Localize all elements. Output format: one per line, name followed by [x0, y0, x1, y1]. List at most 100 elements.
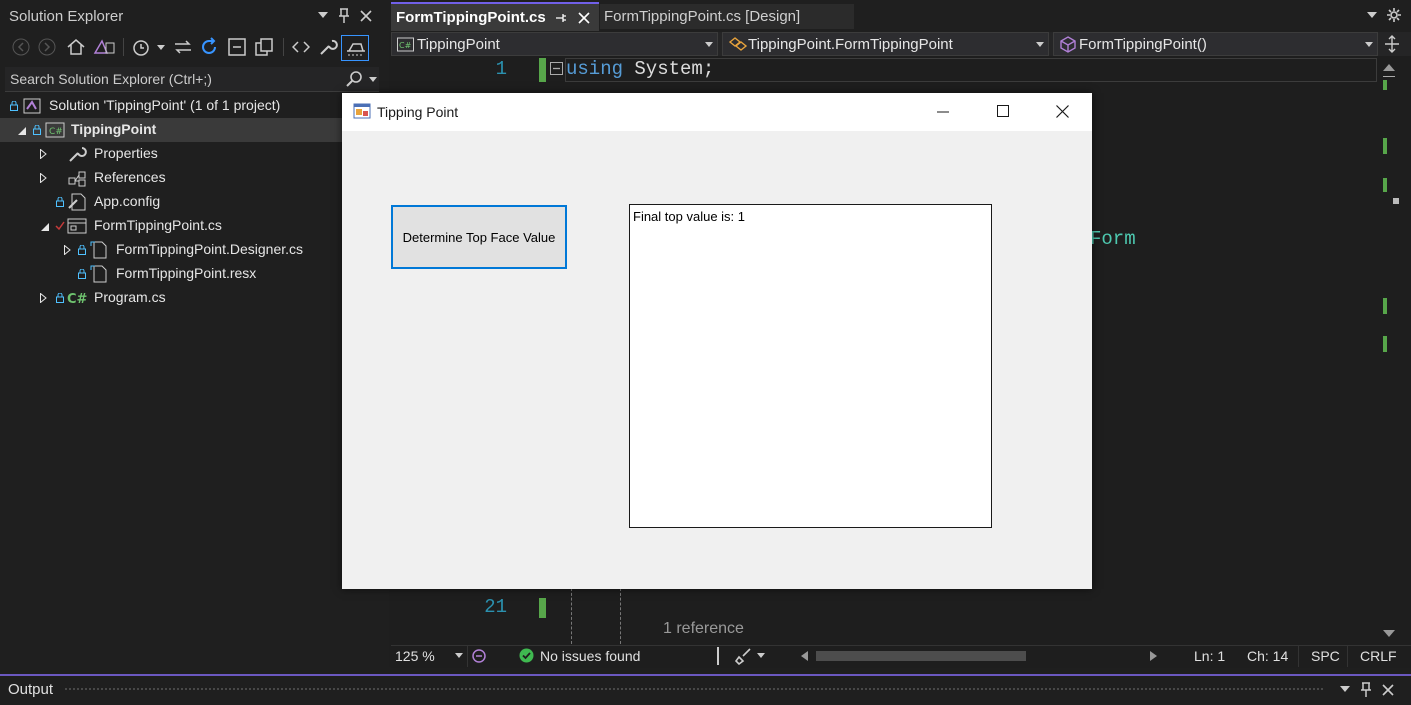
code-cleanup-brush-icon[interactable] — [735, 647, 753, 665]
minimize-icon[interactable] — [937, 111, 949, 113]
references-icon — [68, 171, 86, 187]
tab-label: FormTippingPoint.cs [Design] — [604, 8, 801, 25]
horizontal-scroll-thumb[interactable] — [816, 651, 1026, 661]
project-dropdown[interactable]: C# TippingPoint — [391, 32, 718, 56]
codelens-references[interactable]: 1 reference — [663, 620, 744, 638]
lock-icon — [78, 269, 86, 279]
dropdown-arrow-icon[interactable] — [455, 653, 463, 659]
window-titlebar[interactable]: Tipping Point — [342, 93, 1092, 131]
lock-icon — [56, 197, 64, 207]
file-icon — [90, 265, 107, 283]
issues-status[interactable]: No issues found — [540, 648, 640, 664]
navigation-bar: C# TippingPoint TippingPoint.FormTipping… — [391, 32, 1411, 56]
refresh-icon[interactable] — [199, 37, 219, 57]
pending-changes-filter-icon[interactable] — [131, 37, 151, 57]
scroll-thumb[interactable] — [1393, 198, 1399, 204]
solution-icon — [23, 98, 41, 114]
tree-item-solution[interactable]: Solution 'TippingPoint' (1 of 1 project) — [0, 94, 382, 118]
tree-item-program-cs[interactable]: C# Program.cs — [0, 286, 382, 310]
collapse-all-icon[interactable] — [227, 37, 247, 57]
scroll-right-icon[interactable] — [1150, 651, 1157, 661]
vertical-scrollbar[interactable] — [1379, 58, 1401, 643]
collapse-region-icon[interactable] — [550, 62, 564, 76]
tree-item-resx[interactable]: FormTippingPoint.resx — [0, 262, 382, 286]
method-cube-icon — [1060, 36, 1076, 53]
output-panel-header[interactable]: Output — [0, 674, 1411, 705]
sync-with-active-document-icon[interactable] — [174, 39, 192, 55]
dropdown-arrow-icon[interactable] — [705, 42, 713, 48]
csharp-project-icon: C# — [397, 37, 414, 52]
close-icon[interactable] — [360, 10, 372, 22]
close-icon[interactable] — [1382, 684, 1394, 696]
expanded-triangle-icon[interactable] — [18, 127, 26, 135]
horizontal-scrollbar[interactable] — [801, 649, 1157, 663]
svg-text:C#: C# — [49, 127, 63, 137]
line-number: 21 — [484, 596, 507, 618]
determine-top-face-button[interactable]: Determine Top Face Value — [391, 205, 567, 269]
tab-form-tipping-point-cs[interactable]: FormTippingPoint.cs — [391, 2, 599, 31]
close-icon[interactable] — [1056, 105, 1069, 118]
scroll-up-icon[interactable] — [1383, 64, 1395, 71]
tree-item-designer-cs[interactable]: FormTippingPoint.Designer.cs — [0, 238, 382, 262]
pin-icon[interactable] — [555, 12, 567, 24]
pin-icon[interactable] — [1360, 682, 1372, 698]
change-indicator — [539, 58, 546, 82]
tree-item-project-tippingpoint[interactable]: C# TippingPoint — [0, 118, 382, 142]
pin-icon[interactable] — [338, 8, 350, 24]
forward-icon[interactable] — [38, 38, 56, 56]
tree-item-references[interactable]: References — [0, 166, 382, 190]
dropdown-arrow-icon[interactable] — [757, 653, 765, 659]
copilot-icon[interactable] — [471, 648, 487, 665]
expanded-triangle-icon[interactable] — [41, 223, 49, 231]
member-dropdown[interactable]: FormTippingPoint() — [1053, 32, 1378, 56]
dropdown-arrow-icon[interactable] — [157, 45, 165, 51]
line-ending-indicator[interactable]: CRLF — [1360, 648, 1397, 664]
search-icon[interactable] — [346, 71, 362, 87]
tree-item-app-config[interactable]: App.config — [0, 190, 382, 214]
tree-item-label: Properties — [94, 145, 158, 161]
collapsed-triangle-icon[interactable] — [64, 245, 71, 255]
lock-icon — [78, 245, 86, 255]
dropdown-arrow-icon[interactable] — [318, 12, 328, 20]
tree-item-properties[interactable]: Properties — [0, 142, 382, 166]
properties-wrench-icon[interactable] — [318, 37, 338, 57]
close-icon[interactable] — [578, 12, 590, 24]
view-code-icon[interactable] — [292, 39, 310, 55]
column-indicator[interactable]: Ch: 14 — [1247, 648, 1288, 664]
output-textbox[interactable]: Final top value is: 1 — [629, 204, 992, 528]
scroll-down-icon[interactable] — [1383, 630, 1395, 637]
maximize-icon[interactable] — [997, 105, 1010, 118]
preview-selected-items-icon[interactable] — [345, 39, 367, 57]
scroll-left-icon[interactable] — [801, 651, 808, 661]
tab-list-dropdown-icon[interactable] — [1367, 12, 1377, 20]
solution-explorer-search[interactable]: Search Solution Explorer (Ctrl+;) — [5, 67, 379, 92]
home-icon[interactable] — [66, 37, 86, 57]
lock-icon — [33, 125, 41, 135]
line-indicator[interactable]: Ln: 1 — [1194, 648, 1225, 664]
csharp-project-icon: C# — [45, 122, 65, 138]
zoom-dropdown[interactable]: 125 % — [391, 646, 468, 667]
gear-icon[interactable] — [1387, 8, 1401, 22]
class-dropdown[interactable]: TippingPoint.FormTippingPoint — [722, 32, 1049, 56]
checkmark-icon — [55, 221, 65, 231]
tab-form-tipping-point-design[interactable]: FormTippingPoint.cs [Design] — [600, 4, 854, 29]
whitespace-indicator[interactable]: SPC — [1311, 648, 1340, 664]
collapsed-triangle-icon[interactable] — [40, 149, 47, 159]
collapsed-triangle-icon[interactable] — [40, 293, 47, 303]
output-text: Final top value is: 1 — [633, 209, 746, 224]
dropdown-arrow-icon[interactable] — [1340, 686, 1350, 694]
split-window-icon[interactable] — [1384, 35, 1400, 53]
svg-text:C#: C# — [67, 292, 88, 306]
collapsed-triangle-icon[interactable] — [40, 173, 47, 183]
show-all-files-icon[interactable] — [254, 37, 274, 57]
class-dropdown-value: TippingPoint.FormTippingPoint — [748, 36, 953, 53]
tree-item-label: FormTippingPoint.cs — [94, 217, 222, 233]
search-placeholder: Search Solution Explorer (Ctrl+;) — [10, 71, 212, 87]
dropdown-arrow-icon[interactable] — [369, 77, 377, 83]
dropdown-arrow-icon[interactable] — [1365, 42, 1373, 48]
tree-item-form-tipping-point[interactable]: FormTippingPoint.cs — [0, 214, 382, 238]
tab-label: FormTippingPoint.cs — [396, 9, 546, 26]
dropdown-arrow-icon[interactable] — [1036, 42, 1044, 48]
vs-switch-views-icon[interactable] — [93, 37, 115, 57]
back-icon[interactable] — [12, 38, 30, 56]
